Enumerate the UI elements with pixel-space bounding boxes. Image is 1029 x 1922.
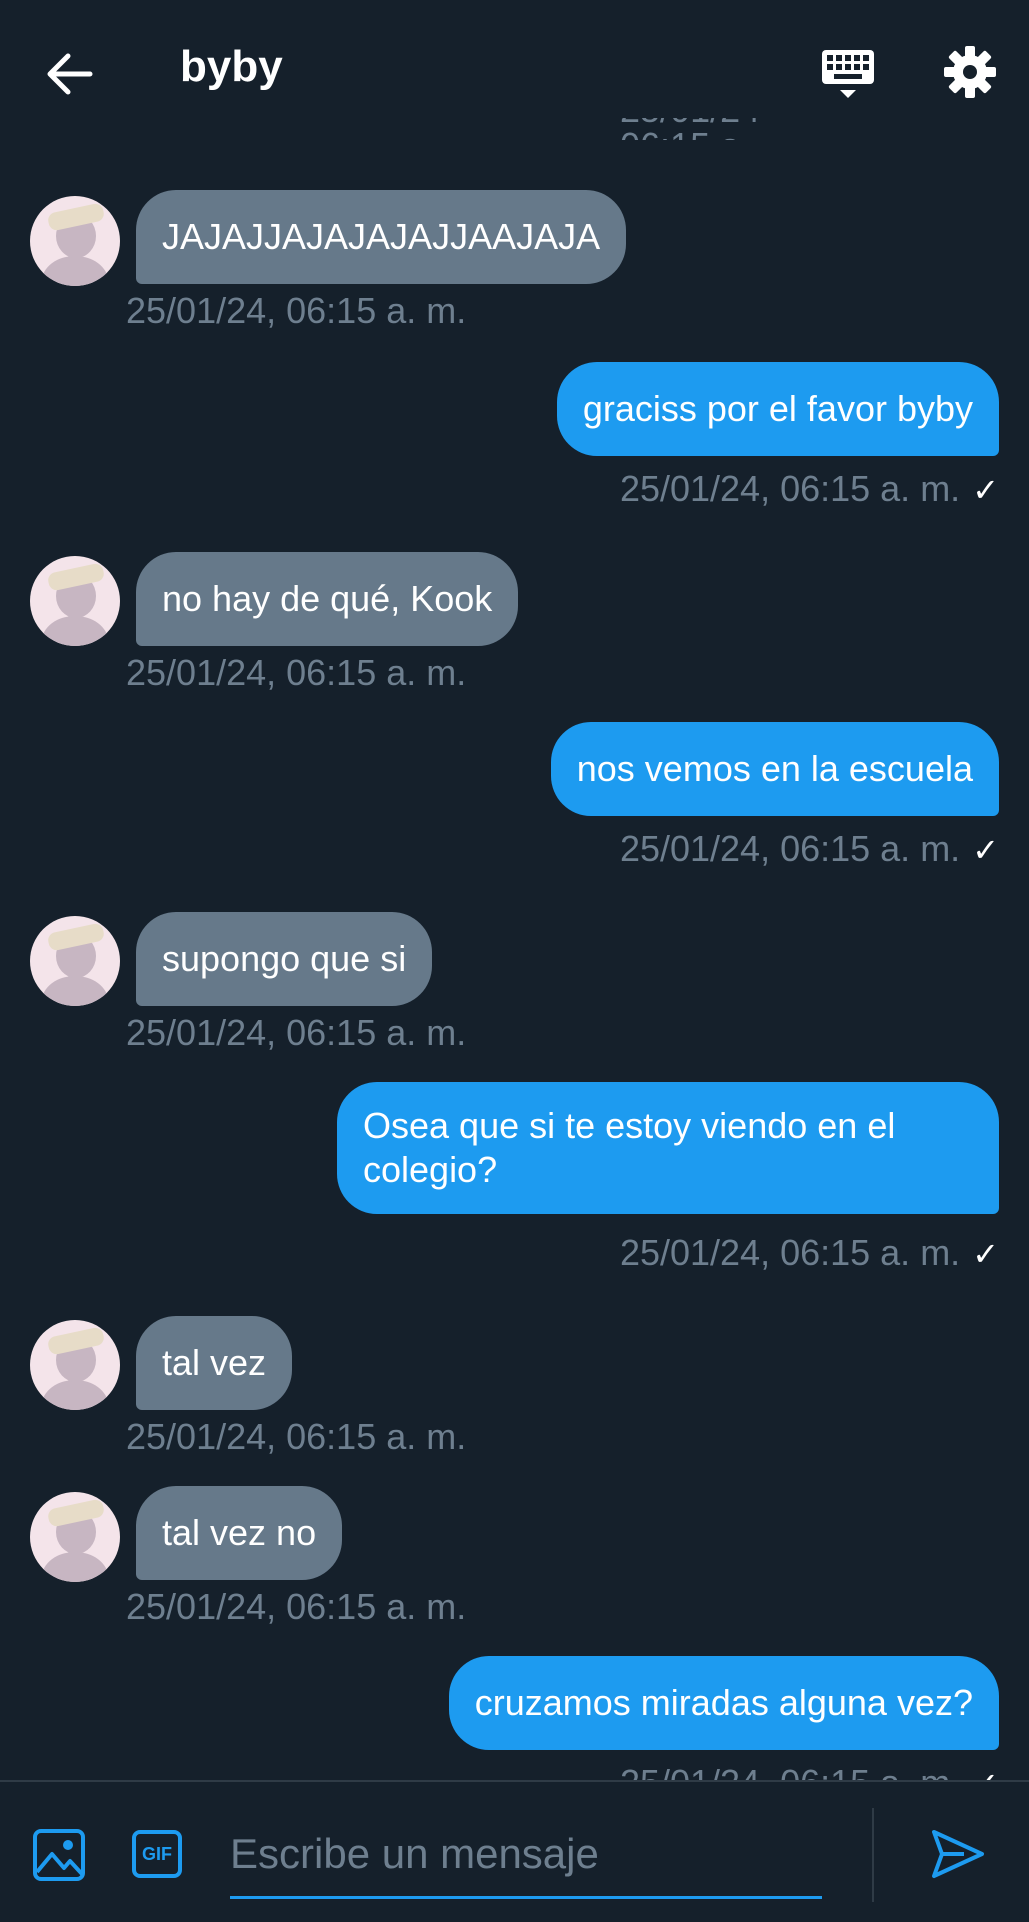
avatar[interactable] xyxy=(30,916,120,1006)
message-bubble[interactable]: tal vez no xyxy=(136,1486,343,1580)
avatar[interactable] xyxy=(30,556,120,646)
message-bubble[interactable]: nos vemos en la escuela xyxy=(550,722,999,816)
image-icon[interactable] xyxy=(32,1828,86,1882)
avatar[interactable] xyxy=(30,1320,120,1410)
message-timestamp: 25/01/24, 06:15 a. m.✓ xyxy=(620,1762,999,1780)
message-timestamp: 25/01/24, 06:15 a. m. xyxy=(126,290,467,331)
message-bubble[interactable]: no hay de qué, Kook xyxy=(136,552,519,646)
message-bubble[interactable]: tal vez xyxy=(136,1316,293,1410)
message-bubble[interactable]: cruzamos miradas alguna vez? xyxy=(448,1656,999,1750)
message-timestamp: 25/01/24, 06:15 a. m. xyxy=(126,1416,467,1457)
read-check-icon: ✓ xyxy=(972,472,999,508)
send-icon[interactable] xyxy=(930,1826,986,1882)
gif-button[interactable]: GIF xyxy=(132,1830,182,1878)
message-timestamp: 25/01/24, 06:15 a. m. xyxy=(126,1012,467,1053)
keyboard-icon[interactable] xyxy=(818,44,878,104)
avatar[interactable] xyxy=(30,1492,120,1582)
message-timestamp: 25/01/24, 06:15 a. m. xyxy=(126,1586,467,1627)
conversation-title[interactable]: byby xyxy=(180,42,283,92)
chat-header: byby 25/01/24, 06:15 a. m. xyxy=(0,0,1029,140)
gear-icon[interactable] xyxy=(940,42,1000,102)
message-timestamp: 25/01/24, 06:15 a. m.✓ xyxy=(619,468,999,509)
read-check-icon: ✓ xyxy=(972,832,999,868)
read-check-icon: ✓ xyxy=(972,1236,999,1272)
message-bubble[interactable]: JAJAJJAJAJAJAJJAAJAJA xyxy=(136,190,627,284)
divider xyxy=(872,1808,874,1902)
message-timestamp: 25/01/24, 06:15 a. m.✓ xyxy=(619,828,999,869)
message-timestamp: 25/01/24, 06:15 a. m. xyxy=(126,652,467,693)
message-bubble[interactable]: graciss por el favor byby xyxy=(556,362,999,456)
message-bubble[interactable]: Osea que si te estoy viendo en el colegi… xyxy=(337,1082,999,1214)
avatar[interactable] xyxy=(30,196,120,286)
message-input[interactable]: Escribe un mensaje xyxy=(230,1812,822,1899)
read-check-icon: ✓ xyxy=(972,1766,999,1780)
message-list[interactable]: JAJAJJAJAJAJAJJAAJAJA 25/01/24, 06:15 a.… xyxy=(0,140,1029,1780)
message-timestamp: 25/01/24, 06:15 a. m.✓ xyxy=(619,1232,999,1273)
clipped-timestamp: 25/01/24, 06:15 a. m. xyxy=(620,118,760,140)
message-bubble[interactable]: supongo que si xyxy=(136,912,433,1006)
message-composer: GIF Escribe un mensaje xyxy=(0,1780,1029,1922)
arrow-left-icon[interactable] xyxy=(40,44,100,104)
